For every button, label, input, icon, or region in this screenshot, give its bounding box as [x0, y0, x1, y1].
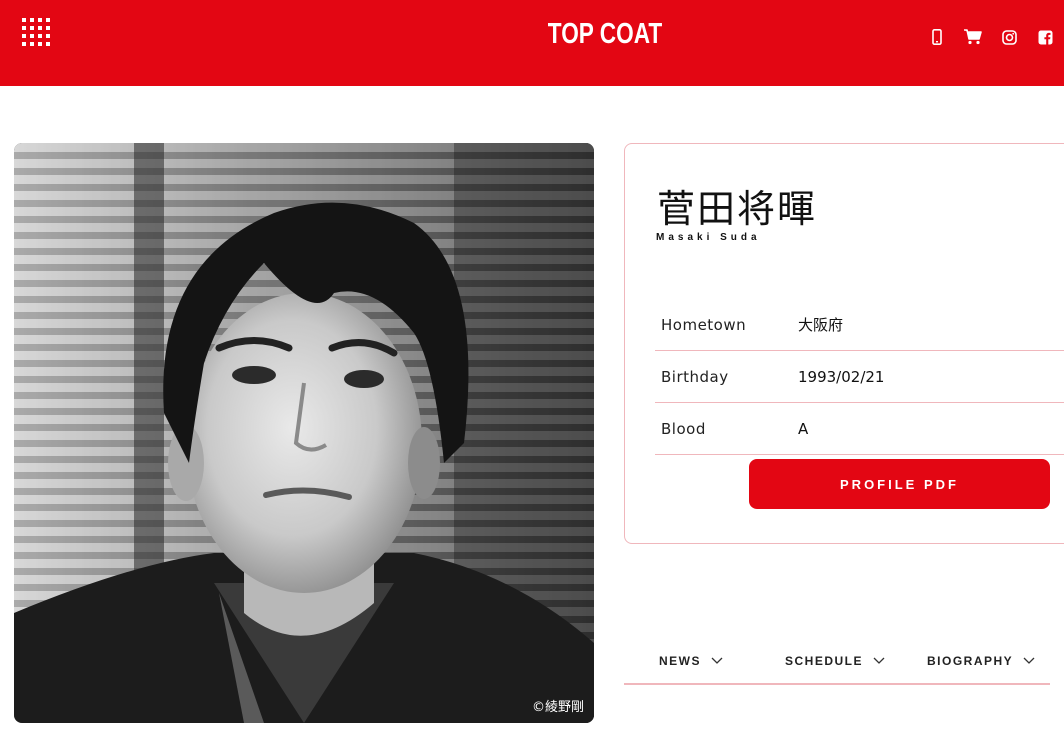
menu-grid-icon[interactable]	[22, 18, 50, 46]
mobile-phone-icon[interactable]	[928, 28, 946, 46]
site-logo[interactable]: TOP COAT	[133, 18, 1064, 51]
chevron-down-icon	[711, 657, 723, 664]
profile-name-english: Masaki Suda	[656, 232, 761, 243]
chevron-down-icon	[873, 657, 885, 664]
tab-biography[interactable]: BIOGRAPHY	[927, 654, 1035, 668]
info-row-hometown: Hometown 大阪府	[655, 299, 1064, 351]
tab-label: BIOGRAPHY	[927, 654, 1014, 668]
info-label: Blood	[661, 419, 706, 438]
info-label: Hometown	[661, 315, 747, 334]
instagram-icon[interactable]	[1000, 28, 1018, 46]
tab-news[interactable]: NEWS	[659, 654, 723, 668]
info-value: A	[798, 419, 809, 438]
profile-name-japanese: 菅田将暉	[657, 187, 818, 231]
info-label: Birthday	[661, 367, 729, 386]
site-header: TOP COAT	[0, 0, 1064, 86]
photo-credit: ©綾野剛	[531, 700, 584, 715]
facebook-icon[interactable]	[1036, 28, 1054, 46]
info-row-birthday: Birthday 1993/02/21	[655, 351, 1064, 403]
profile-info-table: Hometown 大阪府 Birthday 1993/02/21 Blood A	[655, 299, 1064, 455]
portrait-image	[14, 143, 594, 723]
profile-card: 菅田将暉 Masaki Suda Hometown 大阪府 Birthday 1…	[624, 143, 1064, 544]
info-row-blood: Blood A	[655, 403, 1064, 455]
section-tabs: NEWS SCHEDULE BIOGRAPHY	[624, 648, 1050, 685]
tab-label: SCHEDULE	[785, 654, 864, 668]
profile-photo: ©綾野剛	[14, 143, 594, 723]
cart-icon[interactable]	[964, 28, 982, 46]
info-value: 大阪府	[798, 316, 844, 334]
info-value: 1993/02/21	[798, 367, 885, 386]
profile-pdf-button[interactable]: PROFILE PDF	[749, 459, 1050, 509]
chevron-down-icon	[1023, 657, 1035, 664]
tab-label: NEWS	[659, 654, 701, 668]
tab-schedule[interactable]: SCHEDULE	[785, 654, 885, 668]
header-icon-bar	[928, 28, 1054, 46]
